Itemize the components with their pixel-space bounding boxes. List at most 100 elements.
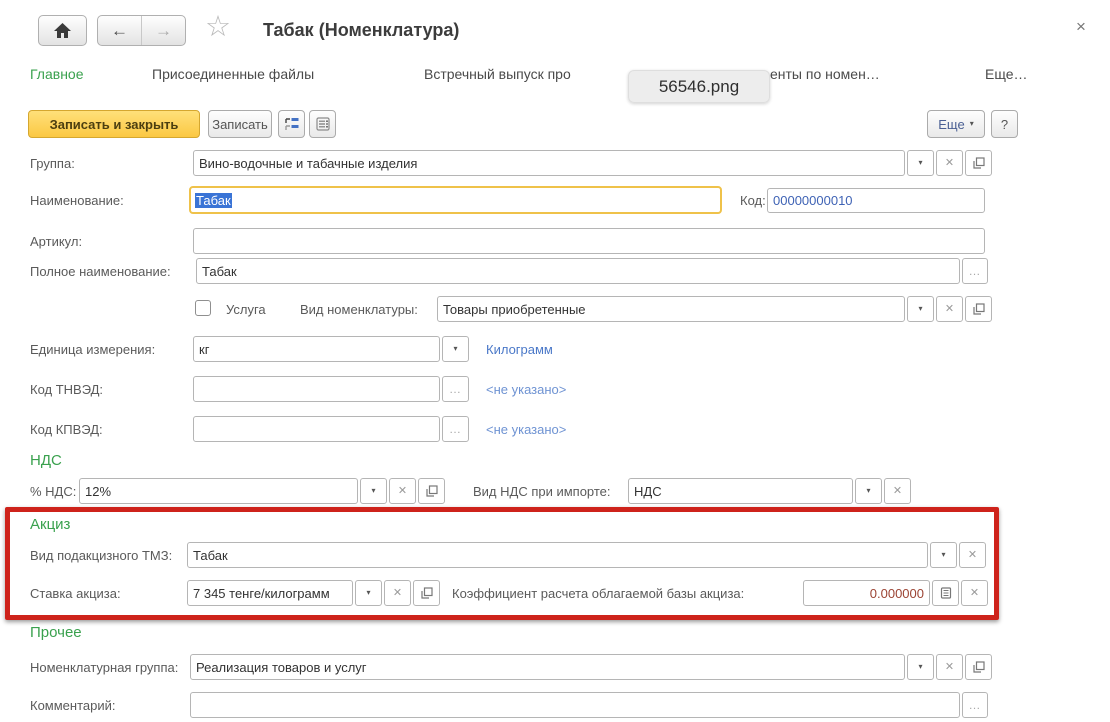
comment-label: Комментарий: (30, 698, 116, 713)
excise-coefficient-clear-button[interactable]: ✕ (961, 580, 988, 606)
history-nav-group: ← → (97, 15, 186, 46)
tnved-field[interactable] (193, 376, 440, 402)
vat-percent-label: % НДС: (30, 484, 76, 499)
excise-rate-clear-button[interactable]: ✕ (384, 580, 411, 606)
service-label: Услуга (226, 302, 266, 317)
kpved-not-specified-link[interactable]: <не указано> (486, 422, 566, 437)
nomenclature-group-open-button[interactable] (965, 654, 992, 680)
vat-section-header: НДС (30, 452, 62, 469)
excise-coefficient-label: Коэффициент расчета облагаемой базы акци… (452, 586, 744, 601)
excise-rate-dropdown-button[interactable]: ▾ (355, 580, 382, 606)
home-button[interactable] (38, 15, 87, 46)
nomenclature-type-open-button[interactable] (965, 296, 992, 322)
tnved-not-specified-link[interactable]: <не указано> (486, 382, 566, 397)
excise-rate-field[interactable]: 7 345 тенге/килограмм (187, 580, 353, 606)
group-clear-button[interactable]: ✕ (936, 150, 963, 176)
vat-percent-dropdown-button[interactable]: ▾ (360, 478, 387, 504)
open-in-window-icon (973, 661, 985, 673)
excise-coefficient-field[interactable]: 0.000000 (803, 580, 930, 606)
comment-field[interactable] (190, 692, 960, 718)
service-checkbox[interactable] (195, 300, 211, 316)
vat-percent-clear-button[interactable]: ✕ (389, 478, 416, 504)
page-title: Табак (Номенклатура) (263, 20, 459, 41)
ellipsis-icon: … (969, 265, 982, 277)
excise-rate-open-button[interactable] (413, 580, 440, 606)
group-label: Группа: (30, 156, 75, 171)
tab-counter-output[interactable]: Встречный выпуск про (424, 66, 571, 82)
chevron-down-icon: ▾ (918, 305, 922, 313)
nomenclature-type-field[interactable]: Товары приобретенные (437, 296, 905, 322)
vat-percent-field[interactable]: 12% (79, 478, 358, 504)
chevron-down-icon: ▾ (366, 589, 370, 597)
group-field[interactable]: Вино-водочные и табачные изделия (193, 150, 905, 176)
unit-dropdown-button[interactable]: ▾ (442, 336, 469, 362)
vat-import-label: Вид НДС при импорте: (473, 484, 611, 499)
excise-coefficient-calculator-button[interactable] (932, 580, 959, 606)
clear-icon: ✕ (968, 550, 977, 561)
clear-icon: ✕ (970, 588, 979, 599)
structure-icon (285, 117, 299, 131)
open-in-window-icon (426, 485, 438, 497)
chevron-down-icon: ▾ (453, 345, 457, 353)
unit-kilogram-link[interactable]: Килограмм (486, 342, 553, 357)
tab-more[interactable]: Еще… (985, 66, 1028, 82)
name-field[interactable]: Табак (189, 186, 722, 214)
forward-button[interactable]: → (142, 16, 185, 45)
tnved-ellipsis-button[interactable]: … (442, 376, 469, 402)
chevron-down-icon: ▾ (970, 120, 974, 128)
vat-import-dropdown-button[interactable]: ▾ (855, 478, 882, 504)
home-icon (54, 23, 71, 38)
nomenclature-group-dropdown-button[interactable]: ▾ (907, 654, 934, 680)
back-button[interactable]: ← (98, 16, 142, 45)
clear-icon: ✕ (945, 662, 954, 673)
chevron-down-icon: ▾ (918, 159, 922, 167)
vat-percent-open-button[interactable] (418, 478, 445, 504)
favorite-star-icon[interactable]: ☆ (205, 13, 231, 42)
code-field[interactable]: 00000000010 (767, 188, 985, 213)
name-selected-text: Табак (195, 193, 232, 208)
dragged-filename-overlay: 56546.png (628, 70, 770, 103)
more-button[interactable]: Еще ▾ (927, 110, 985, 138)
clear-icon: ✕ (393, 588, 402, 599)
code-label: Код: (740, 193, 766, 208)
subordination-structure-button[interactable] (278, 110, 305, 138)
comment-ellipsis-button[interactable]: … (962, 692, 988, 718)
nomenclature-type-dropdown-button[interactable]: ▾ (907, 296, 934, 322)
excise-type-clear-button[interactable]: ✕ (959, 542, 986, 568)
tab-attached-files[interactable]: Присоединенные файлы (152, 66, 314, 82)
excise-type-field[interactable]: Табак (187, 542, 928, 568)
more-button-label: Еще (938, 117, 964, 132)
help-button[interactable]: ? (991, 110, 1018, 138)
article-field[interactable] (193, 228, 985, 254)
save-button[interactable]: Записать (208, 110, 272, 138)
vat-import-clear-button[interactable]: ✕ (884, 478, 911, 504)
unit-label: Единица измерения: (30, 342, 155, 357)
nomenclature-group-clear-button[interactable]: ✕ (936, 654, 963, 680)
article-label: Артикул: (30, 234, 82, 249)
excise-rate-label: Ставка акциза: (30, 586, 121, 601)
kpved-ellipsis-button[interactable]: … (442, 416, 469, 442)
vat-import-field[interactable]: НДС (628, 478, 853, 504)
group-open-button[interactable] (965, 150, 992, 176)
excise-type-dropdown-button[interactable]: ▾ (930, 542, 957, 568)
save-and-close-button[interactable]: Записать и закрыть (28, 110, 200, 138)
tab-documents-by-nomenclature[interactable]: енты по номен… (770, 66, 880, 82)
excise-section-header: Акциз (30, 516, 70, 533)
unit-field[interactable]: кг (193, 336, 440, 362)
group-dropdown-button[interactable]: ▾ (907, 150, 934, 176)
close-icon[interactable]: × (1076, 18, 1086, 35)
nomenclature-group-field[interactable]: Реализация товаров и услуг (190, 654, 905, 680)
nomenclature-card-window: ← → ☆ Табак (Номенклатура) × Главное При… (0, 0, 1110, 722)
list-settings-button[interactable] (309, 110, 336, 138)
full-name-field[interactable]: Табак (196, 258, 960, 284)
nomenclature-type-label: Вид номенклатуры: (300, 302, 418, 317)
forward-arrow-icon: → (155, 22, 172, 39)
ellipsis-icon: … (449, 423, 462, 435)
kpved-field[interactable] (193, 416, 440, 442)
full-name-ellipsis-button[interactable]: … (962, 258, 988, 284)
open-in-window-icon (421, 587, 433, 599)
full-name-label: Полное наименование: (30, 264, 171, 279)
nomenclature-type-clear-button[interactable]: ✕ (936, 296, 963, 322)
tab-main[interactable]: Главное (30, 66, 84, 82)
list-icon (316, 117, 330, 131)
